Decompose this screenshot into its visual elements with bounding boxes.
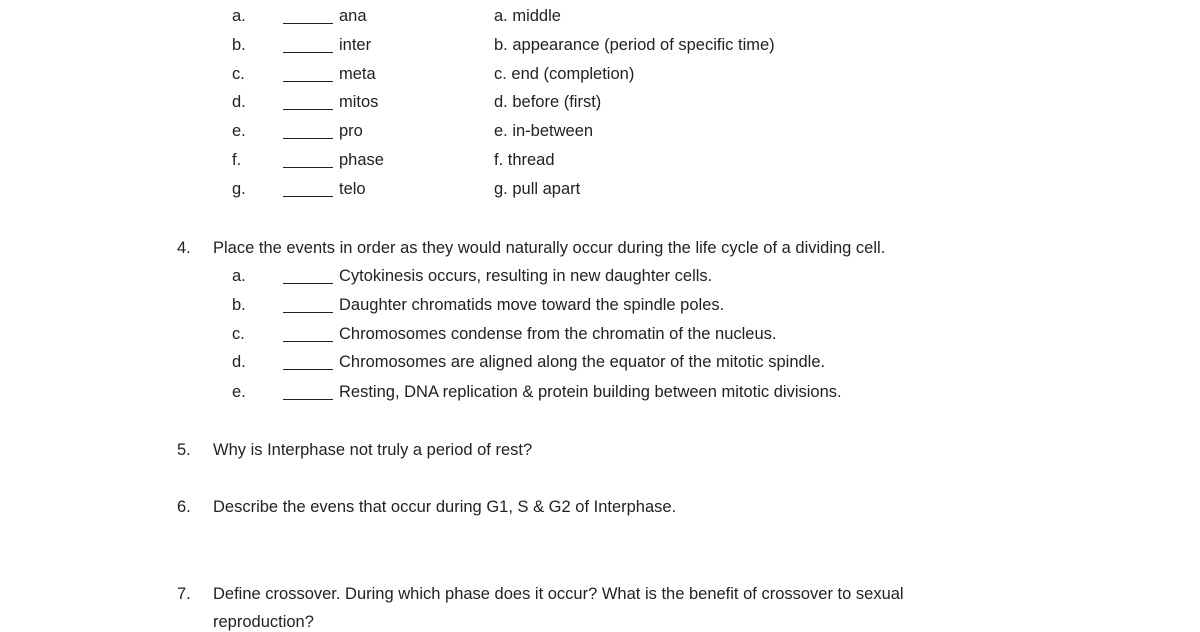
event-text: Chromosomes are aligned along the equato…	[339, 353, 826, 371]
item-letter: d.	[232, 353, 246, 371]
item-letter: b.	[232, 296, 246, 314]
answer-blank[interactable]	[283, 92, 333, 110]
prefix-meaning: g. pull apart	[494, 180, 581, 198]
prefix-meaning: a. middle	[494, 7, 561, 25]
prefix-term: mitos	[339, 93, 379, 111]
answer-blank[interactable]	[283, 179, 333, 197]
prefix-meaning: f. thread	[494, 151, 555, 169]
question-prompt: reproduction?	[213, 613, 314, 631]
question-number: 4.	[177, 239, 191, 257]
item-letter: c.	[232, 325, 245, 343]
prefix-term: phase	[339, 151, 384, 169]
prefix-term: telo	[339, 180, 366, 198]
prefix-term: ana	[339, 7, 367, 25]
prefix-meaning: b. appearance (period of specific time)	[494, 36, 775, 54]
item-letter: e.	[232, 122, 246, 140]
item-letter: a.	[232, 267, 246, 285]
prefix-meaning: d. before (first)	[494, 93, 602, 111]
answer-blank[interactable]	[283, 266, 333, 284]
item-letter: c.	[232, 65, 245, 83]
event-text: Resting, DNA replication & protein build…	[339, 383, 842, 401]
prefix-term: inter	[339, 36, 372, 54]
answer-blank[interactable]	[283, 382, 333, 400]
prefix-meaning: e. in-between	[494, 122, 594, 140]
prefix-meaning: c. end (completion)	[494, 65, 635, 83]
event-text: Daughter chromatids move toward the spin…	[339, 296, 725, 314]
item-letter: f.	[232, 151, 242, 169]
question-prompt: Why is Interphase not truly a period of …	[213, 441, 533, 459]
item-letter: b.	[232, 36, 246, 54]
answer-blank[interactable]	[283, 150, 333, 168]
answer-blank[interactable]	[283, 295, 333, 313]
prefix-term: meta	[339, 65, 376, 83]
item-letter: d.	[232, 93, 246, 111]
question-number: 7.	[177, 585, 191, 603]
event-text: Chromosomes condense from the chromatin …	[339, 325, 777, 343]
item-letter: e.	[232, 383, 246, 401]
item-letter: a.	[232, 7, 246, 25]
question-prompt: Define crossover. During which phase doe…	[213, 585, 904, 603]
answer-blank[interactable]	[283, 6, 333, 24]
question-prompt: Describe the evens that occur during G1,…	[213, 498, 677, 516]
question-prompt: Place the events in order as they would …	[213, 239, 886, 257]
event-text: Cytokinesis occurs, resulting in new dau…	[339, 267, 713, 285]
question-number: 5.	[177, 441, 191, 459]
answer-blank[interactable]	[283, 35, 333, 53]
prefix-term: pro	[339, 122, 363, 140]
answer-blank[interactable]	[283, 64, 333, 82]
answer-blank[interactable]	[283, 324, 333, 342]
answer-blank[interactable]	[283, 352, 333, 370]
answer-blank[interactable]	[283, 121, 333, 139]
question-number: 6.	[177, 498, 191, 516]
item-letter: g.	[232, 180, 246, 198]
